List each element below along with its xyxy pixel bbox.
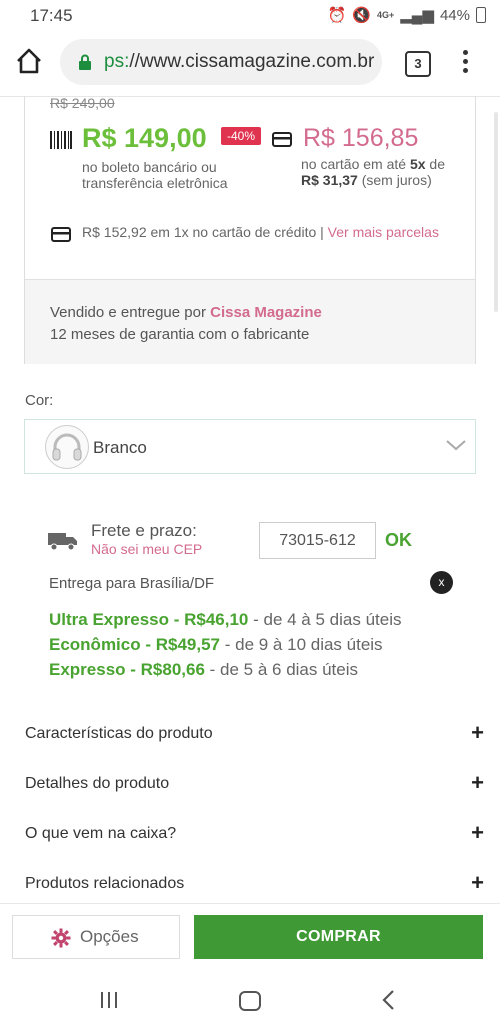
url-scheme: ps: <box>104 51 130 72</box>
cep-input[interactable]: 73015-612 <box>259 522 376 559</box>
plus-icon: + <box>471 870 484 895</box>
options-label: Opções <box>80 927 139 946</box>
menu-icon[interactable] <box>460 50 470 78</box>
plus-icon: + <box>471 770 484 795</box>
warranty-note: 12 meses de garantia com o fabricante <box>50 326 310 343</box>
truck-icon <box>48 533 77 551</box>
shipping-label: Frete e prazo: <box>91 521 197 540</box>
shipping-option-detail: - de 4 à 5 dias úteis <box>248 610 402 629</box>
accordion-label: O que vem na caixa? <box>25 825 177 842</box>
shipping-option-name: Expresso - R$80,66 <box>49 660 205 679</box>
address-bar[interactable]: ps://www.cissamagazine.com.br <box>60 39 382 85</box>
battery-level: 44% <box>439 6 470 24</box>
options-button[interactable]: Opções <box>12 915 180 959</box>
home-button-icon[interactable] <box>239 991 261 1011</box>
lock-icon <box>79 54 91 70</box>
mute-icon: 🔇 <box>352 7 371 24</box>
credit-card-icon <box>51 227 71 242</box>
action-bar: Opções COMPRAR <box>0 903 500 971</box>
card-price: R$ 156,85 <box>303 124 419 152</box>
plus-icon: + <box>471 720 484 745</box>
boleto-price: R$ 149,00 <box>82 123 207 153</box>
card-terms: no cartão em até 5x de R$ 31,37 (sem jur… <box>301 156 461 188</box>
home-icon[interactable] <box>14 46 44 76</box>
accordion-box-contents[interactable]: O que vem na caixa? + <box>0 810 500 861</box>
unknown-cep-link[interactable]: Não sei meu CEP <box>91 541 202 557</box>
shipping-option: Ultra Expresso - R$46,10 - de 4 à 5 dias… <box>49 610 401 630</box>
back-icon[interactable] <box>381 989 395 1011</box>
card-installments: 5x <box>409 156 426 172</box>
credit-card-icon <box>272 132 292 147</box>
buy-button[interactable]: COMPRAR <box>194 915 483 959</box>
battery-icon <box>476 7 486 23</box>
barcode-icon <box>50 131 72 149</box>
color-label: Cor: <box>25 392 54 409</box>
delivery-destination: Entrega para Brasília/DF <box>49 575 215 592</box>
shipping-option-name: Ultra Expresso - R$46,10 <box>49 610 249 629</box>
card-terms-mid: de <box>425 156 445 172</box>
plus-icon: + <box>471 820 484 845</box>
accordion-label: Características do produto <box>25 725 213 742</box>
url-text: ps://www.cissamagazine.com.br <box>104 51 374 73</box>
seller-prefix: Vendido e entregue por <box>50 304 211 321</box>
status-icons: ⏰ 🔇 4G+ ▂▄▆ 44% <box>328 6 486 24</box>
recent-apps-icon[interactable] <box>99 992 119 1008</box>
credit-option: R$ 152,92 em 1x no cartão de crédito | V… <box>82 224 452 240</box>
card-terms-suffix: (sem juros) <box>357 172 432 188</box>
status-time: 17:45 <box>30 6 73 25</box>
accordion-product-features[interactable]: Características do produto + <box>0 710 500 761</box>
seller-info: Vendido e entregue por Cissa Magazine <box>50 304 322 321</box>
scrollbar[interactable] <box>494 112 498 312</box>
seller-panel <box>25 279 475 364</box>
url-host: //www.cissamagazine.com.br <box>129 51 375 72</box>
seller-name-link[interactable]: Cissa Magazine <box>210 304 322 321</box>
shipping-option: Econômico - R$49,57 - de 9 à 10 dias úte… <box>49 635 383 655</box>
status-bar: 17:45 ⏰ 🔇 4G+ ▂▄▆ 44% <box>0 0 500 30</box>
chevron-down-icon <box>446 440 466 451</box>
boleto-note: no boleto bancário ou transferência elet… <box>82 159 228 191</box>
gear-icon <box>51 928 71 948</box>
accordion-label: Detalhes do produto <box>25 775 170 792</box>
shipping-option: Expresso - R$80,66 - de 5 à 6 dias úteis <box>49 660 358 680</box>
browser-toolbar: ps://www.cissamagazine.com.br 3 <box>0 30 500 97</box>
close-icon[interactable]: x <box>430 571 453 594</box>
accordion-label: Produtos relacionados <box>25 875 185 892</box>
android-nav-bar <box>0 970 500 1028</box>
discount-badge: -40% <box>221 127 262 145</box>
shipping-option-detail: - de 5 à 6 dias úteis <box>204 660 359 679</box>
network-label: 4G+ <box>377 10 395 20</box>
shipping-option-detail: - de 9 à 10 dias úteis <box>220 635 383 654</box>
alarm-icon: ⏰ <box>327 7 347 24</box>
old-price: R$ 249,00 <box>50 95 115 111</box>
card-installment-value: R$ 31,37 <box>301 172 358 188</box>
color-select[interactable]: Branco <box>24 419 476 474</box>
tab-count-button[interactable]: 3 <box>405 51 431 77</box>
credit-text: R$ 152,92 em 1x no cartão de crédito | <box>82 224 328 240</box>
shipping-option-name: Econômico - R$49,57 <box>49 635 221 654</box>
accordion-product-details[interactable]: Detalhes do produto + <box>0 760 500 811</box>
headphones-thumbnail <box>45 425 89 469</box>
more-installments-link[interactable]: Ver mais parcelas <box>328 224 439 240</box>
cep-ok-button[interactable]: OK <box>385 530 412 551</box>
signal-icon: ▂▄▆ <box>400 7 434 24</box>
card-terms-prefix: no cartão em até <box>301 156 410 172</box>
color-value: Branco <box>93 438 147 457</box>
